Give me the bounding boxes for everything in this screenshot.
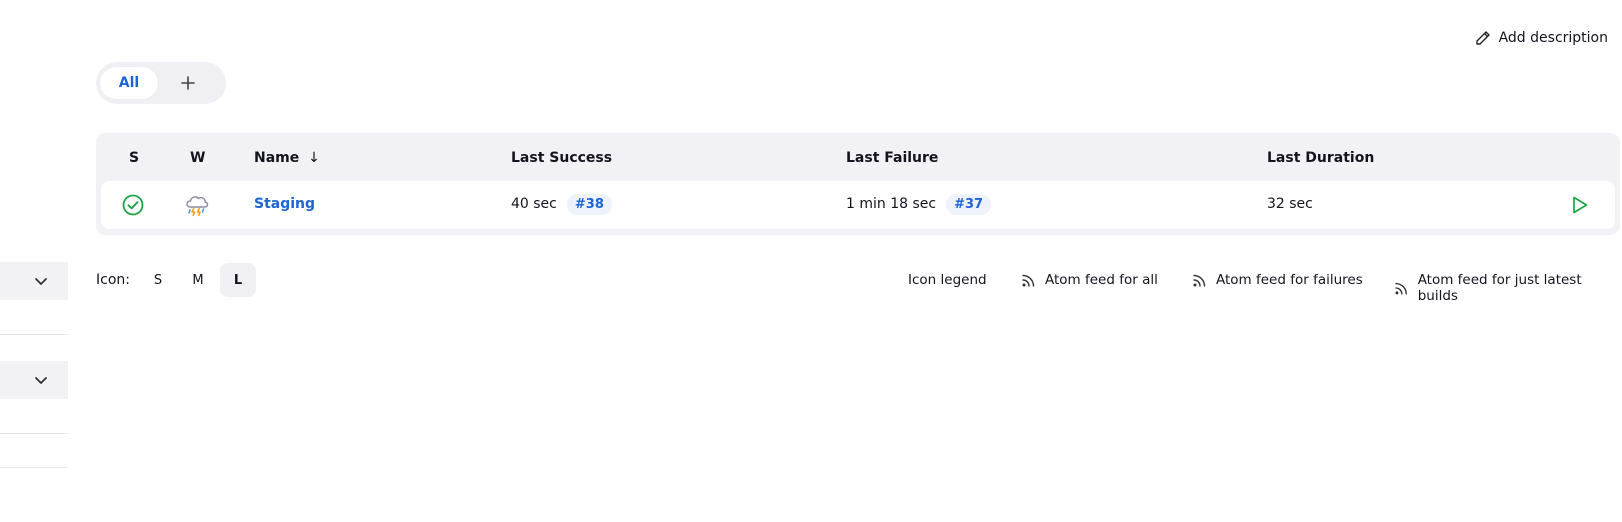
column-header-name[interactable]: Name ↓ [254,150,320,166]
sort-indicator: ↓ [308,150,320,166]
last-success-cell: 40 sec #38 [511,194,612,215]
rss-icon [1022,274,1035,287]
add-description-label: Add description [1498,30,1608,46]
rss-icon [1193,274,1206,287]
side-panel-collapse-1[interactable] [0,262,68,300]
chevron-down-icon [35,278,47,285]
last-success-build-link[interactable]: #38 [566,194,612,215]
side-divider [0,467,68,468]
atom-feed-all-link[interactable]: Atom feed for all [1021,272,1158,288]
view-tabs: All [96,62,226,104]
column-header-weather[interactable]: W [190,150,205,166]
side-divider [0,433,68,434]
icon-legend-link[interactable]: Icon legend [908,272,987,288]
plus-icon [181,76,195,90]
thunderstorm-weather-icon [186,196,209,217]
icon-size-s[interactable]: S [140,263,176,297]
column-header-last-success[interactable]: Last Success [511,150,612,166]
icon-size-label: Icon: [96,272,130,288]
chevron-down-icon [35,377,47,384]
job-link-staging[interactable]: Staging [254,196,315,212]
atom-feed-latest-label: Atom feed for just latest builds [1417,272,1582,304]
column-header-name-label: Name [254,150,300,166]
icon-size-selector: Icon: S M L [96,263,256,297]
last-success-time: 40 sec [511,196,557,212]
atom-feed-failures-link[interactable]: Atom feed for failures [1192,272,1363,288]
atom-feed-failures-label: Atom feed for failures [1216,272,1363,288]
column-header-status[interactable]: S [129,150,139,166]
side-panel-collapse-2[interactable] [0,361,68,399]
icon-size-m[interactable]: M [180,263,216,297]
rss-icon [1395,282,1407,295]
atom-feed-all-label: Atom feed for all [1045,272,1158,288]
last-failure-time: 1 min 18 sec [846,196,937,212]
pencil-icon [1475,31,1490,45]
last-failure-cell: 1 min 18 sec #37 [846,194,992,215]
column-header-last-failure[interactable]: Last Failure [846,150,938,166]
success-status-icon [122,194,144,216]
atom-feed-latest-link[interactable]: Atom feed for just latest builds [1394,272,1622,304]
side-divider [0,334,68,335]
last-duration-cell: 32 sec [1267,196,1313,212]
play-build-icon[interactable] [1571,195,1589,215]
add-view-button[interactable] [158,67,218,99]
icon-legend-label: Icon legend [908,272,987,288]
icon-size-l[interactable]: L [219,263,256,297]
last-failure-build-link[interactable]: #37 [946,194,992,215]
tab-all[interactable]: All [100,67,158,99]
add-description-button[interactable]: Add description [1475,30,1608,46]
column-header-last-duration[interactable]: Last Duration [1267,150,1374,166]
